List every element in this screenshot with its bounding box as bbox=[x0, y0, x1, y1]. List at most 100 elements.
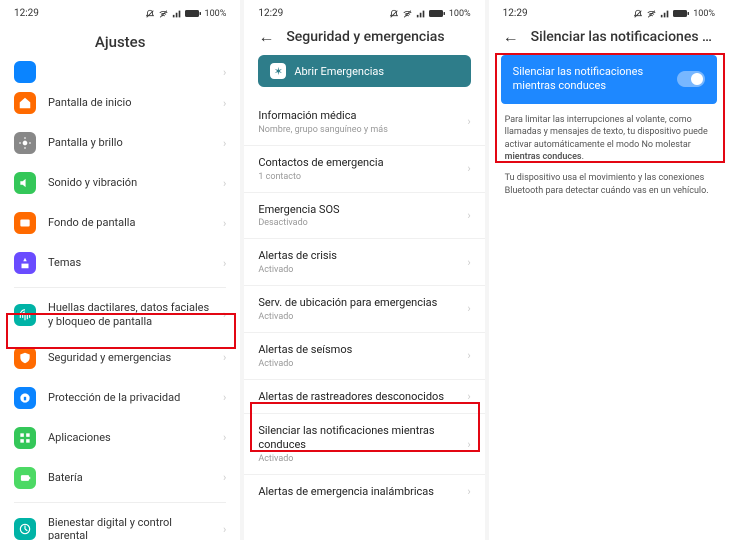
chevron-right-icon: › bbox=[223, 523, 226, 536]
apps-icon bbox=[14, 427, 36, 449]
battery-icon bbox=[185, 9, 201, 18]
row-label: Alertas de crisis bbox=[258, 249, 455, 263]
screen-security: 12:29 100% ← Seguridad y emergencias ✶ A… bbox=[244, 0, 484, 540]
security-row[interactable]: Alertas de seísmos Activado › bbox=[244, 332, 484, 379]
wifi-off-icon bbox=[402, 9, 413, 19]
settings-row[interactable]: Pantalla y brillo› bbox=[0, 123, 240, 163]
settings-row[interactable]: Pantalla de inicio › bbox=[0, 83, 240, 123]
status-bar: 12:29 100% bbox=[244, 0, 484, 23]
chevron-right-icon: › bbox=[223, 177, 226, 190]
security-row[interactable]: Alertas de crisis Activado › bbox=[244, 238, 484, 285]
status-bar: 12:29 100% bbox=[489, 0, 729, 23]
battery-icon bbox=[14, 467, 36, 489]
settings-row[interactable]: Protección de la privacidad› bbox=[0, 378, 240, 418]
security-row[interactable]: Silenciar las notificaciones mientras co… bbox=[244, 413, 484, 474]
chevron-right-icon: › bbox=[467, 209, 470, 222]
signal-icon bbox=[660, 9, 670, 19]
chevron-right-icon: › bbox=[223, 308, 226, 321]
settings-row[interactable]: Batería › bbox=[0, 458, 240, 498]
row-label: Pantalla de inicio bbox=[48, 96, 211, 110]
chevron-right-icon: › bbox=[467, 349, 470, 362]
page-title: Seguridad y emergencias bbox=[286, 29, 444, 45]
signal-icon bbox=[416, 9, 426, 19]
status-time: 12:29 bbox=[258, 8, 283, 19]
row-label: Batería bbox=[48, 471, 211, 485]
security-row[interactable]: Emergencia SOSDesactivado › bbox=[244, 192, 484, 239]
battery-percent: 100% bbox=[693, 9, 715, 19]
settings-row[interactable]: Bienestar digital y control parental› bbox=[0, 507, 240, 540]
status-time: 12:29 bbox=[503, 8, 528, 19]
battery-percent: 100% bbox=[449, 9, 471, 19]
row-label: Aplicaciones bbox=[48, 431, 211, 445]
divider bbox=[14, 502, 226, 503]
chevron-right-icon: › bbox=[223, 66, 226, 79]
row-sublabel: Activado bbox=[258, 454, 455, 464]
settings-row[interactable]: Huellas dactilares, datos faciales y blo… bbox=[0, 292, 240, 338]
row-sublabel: Activado bbox=[258, 312, 455, 322]
chevron-right-icon: › bbox=[467, 302, 470, 315]
security-row[interactable]: Alertas de rastreadores desconocidos› bbox=[244, 379, 484, 414]
security-row[interactable]: Serv. de ubicación para emergenciasActiv… bbox=[244, 285, 484, 332]
back-arrow-icon[interactable]: ← bbox=[503, 29, 519, 45]
battery-percent: 100% bbox=[205, 9, 227, 19]
screen-settings: 12:29 100% Ajustes Notificaciones y barr… bbox=[0, 0, 240, 540]
chevron-right-icon: › bbox=[223, 257, 226, 270]
row-sublabel: Activado bbox=[258, 359, 455, 369]
row-label: Alertas de rastreadores desconocidos bbox=[258, 390, 455, 404]
row-truncated-notifications[interactable]: Notificaciones y barra de estado › bbox=[0, 57, 240, 83]
chevron-right-icon: › bbox=[223, 431, 226, 444]
row-sublabel: 1 contacto bbox=[258, 172, 455, 182]
screen-driving-mode: 12:29 100% ← Silenciar las notificacione… bbox=[489, 0, 729, 540]
row-label: Contactos de emergencia bbox=[258, 156, 455, 170]
battery-icon bbox=[429, 9, 445, 18]
status-icons: 100% bbox=[389, 9, 471, 19]
settings-row[interactable]: Sonido y vibración› bbox=[0, 163, 240, 203]
settings-row[interactable]: Aplicaciones › bbox=[0, 418, 240, 458]
row-label: Emergencia SOS bbox=[258, 203, 455, 217]
security-row[interactable]: Contactos de emergencia 1 contacto › bbox=[244, 145, 484, 192]
chevron-right-icon: › bbox=[467, 256, 470, 269]
settings-row[interactable]: Temas› bbox=[0, 243, 240, 283]
dnd-icon bbox=[145, 9, 155, 19]
emergency-star-icon: ✶ bbox=[270, 63, 286, 79]
status-time: 12:29 bbox=[14, 8, 39, 19]
chevron-right-icon: › bbox=[223, 217, 226, 230]
chevron-right-icon: › bbox=[223, 97, 226, 110]
chevron-right-icon: › bbox=[467, 115, 470, 128]
row-label: Huellas dactilares, datos faciales y blo… bbox=[48, 301, 211, 329]
home-icon bbox=[14, 92, 36, 114]
row-label: Protección de la privacidad bbox=[48, 391, 211, 405]
description-text: Para limitar las interrupciones al volan… bbox=[489, 104, 729, 208]
wellbeing-icon bbox=[14, 518, 36, 540]
back-arrow-icon[interactable]: ← bbox=[258, 29, 274, 45]
status-bar: 12:29 100% bbox=[0, 0, 240, 23]
finger-icon bbox=[14, 304, 36, 326]
bell-icon bbox=[14, 61, 36, 83]
sound-icon bbox=[14, 172, 36, 194]
chevron-right-icon: › bbox=[223, 471, 226, 484]
dnd-icon bbox=[633, 9, 643, 19]
toggle-label: Silenciar las notificaciones mientras co… bbox=[513, 65, 667, 94]
chevron-right-icon: › bbox=[223, 137, 226, 150]
wifi-off-icon bbox=[158, 9, 169, 19]
driving-mode-toggle[interactable] bbox=[677, 71, 705, 87]
chevron-right-icon: › bbox=[467, 162, 470, 175]
battery-icon bbox=[673, 9, 689, 18]
open-emergency-button[interactable]: ✶ Abrir Emergencias bbox=[258, 55, 470, 87]
dnd-icon bbox=[389, 9, 399, 19]
row-sublabel: Desactivado bbox=[258, 218, 455, 228]
status-icons: 100% bbox=[633, 9, 715, 19]
row-sublabel: Nombre, grupo sanguíneo y más bbox=[258, 125, 455, 135]
status-icons: 100% bbox=[145, 9, 227, 19]
row-label: Alertas de seísmos bbox=[258, 343, 455, 357]
row-label: Seguridad y emergencias bbox=[48, 351, 211, 365]
row-sublabel: Activado bbox=[258, 265, 455, 275]
shield-icon bbox=[14, 347, 36, 369]
security-row[interactable]: Alertas de emergencia inalámbricas› bbox=[244, 474, 484, 509]
settings-row[interactable]: Fondo de pantalla › bbox=[0, 203, 240, 243]
row-label: Fondo de pantalla bbox=[48, 216, 211, 230]
privacy-icon bbox=[14, 387, 36, 409]
security-row[interactable]: Información médicaNombre, grupo sanguíne… bbox=[244, 99, 484, 145]
settings-row[interactable]: Seguridad y emergencias› bbox=[0, 338, 240, 378]
open-emergency-label: Abrir Emergencias bbox=[294, 65, 384, 78]
